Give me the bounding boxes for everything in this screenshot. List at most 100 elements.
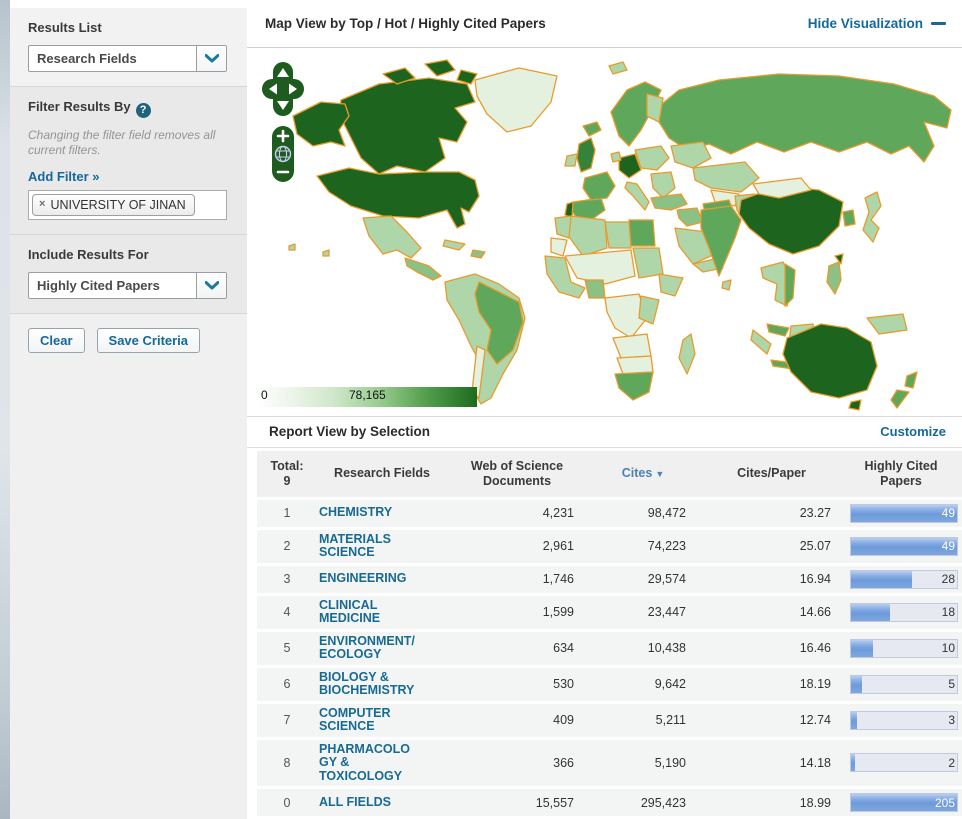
row-rank: 5 xyxy=(257,638,317,658)
research-field-link[interactable]: ALL FIELDS xyxy=(317,793,421,813)
table-row: 0 ALL FIELDS 15,557 295,423 18.99 205 xyxy=(257,789,962,816)
row-cites-per-paper: 12.74 xyxy=(699,710,844,730)
row-rank: 0 xyxy=(257,793,317,813)
include-results-select[interactable]: Highly Cited Papers xyxy=(28,272,227,299)
hcp-bar-track: 3 xyxy=(850,711,958,730)
row-cites-per-paper: 16.46 xyxy=(699,638,844,658)
research-field-link[interactable]: COMPUTER SCIENCE xyxy=(317,704,421,737)
results-list-title: Results List xyxy=(28,20,229,35)
table-header-row: Total: 9 Research Fields Web of Science … xyxy=(257,451,962,497)
filter-title-text: Filter Results By xyxy=(28,99,131,114)
table-row: 6 BIOLOGY & BIOCHEMISTRY 530 9,642 18.19… xyxy=(257,668,962,701)
row-hcp-cell: 3 xyxy=(844,708,962,733)
hcp-bar-track: 49 xyxy=(850,537,958,556)
research-field-link[interactable]: BIOLOGY & BIOCHEMISTRY xyxy=(317,668,421,701)
hcp-bar-track: 10 xyxy=(850,639,958,658)
research-field-link[interactable]: CLINICAL MEDICINE xyxy=(317,596,421,629)
hcp-bar-value: 49 xyxy=(942,506,955,520)
research-field-link[interactable]: PHARMACOLOGY & TOXICOLOGY xyxy=(317,740,421,787)
map-legend: 0 78,165 xyxy=(257,387,477,407)
hcp-bar-value: 5 xyxy=(948,677,955,691)
sidebar: Results List Research Fields Filter Resu… xyxy=(10,0,247,819)
table-row: 1 CHEMISTRY 4,231 98,472 23.27 49 xyxy=(257,500,962,527)
row-cites: 295,423 xyxy=(587,793,699,813)
row-wos-documents: 409 xyxy=(447,710,587,730)
map-controls xyxy=(260,60,306,191)
world-choropleth-map[interactable] xyxy=(279,50,961,412)
hcp-bar-track: 2 xyxy=(850,753,958,772)
clear-button[interactable]: Clear xyxy=(28,328,85,353)
row-wos-documents: 1,746 xyxy=(447,569,587,589)
col-cites[interactable]: Cites▼ xyxy=(587,462,699,486)
save-criteria-button[interactable]: Save Criteria xyxy=(97,328,201,353)
table-row: 7 COMPUTER SCIENCE 409 5,211 12.74 3 xyxy=(257,704,962,737)
col-cites-label: Cites xyxy=(622,466,653,480)
row-wos-documents: 366 xyxy=(447,753,587,773)
sidebar-actions: Clear Save Criteria xyxy=(10,314,247,367)
row-cites: 5,190 xyxy=(587,753,699,773)
report-table: Total: 9 Research Fields Web of Science … xyxy=(247,448,962,819)
row-wos-documents: 530 xyxy=(447,674,587,694)
sort-desc-icon: ▼ xyxy=(655,469,664,479)
hcp-bar-value: 10 xyxy=(942,641,955,655)
research-field-link[interactable]: ENVIRONMENT/ECOLOGY xyxy=(317,632,421,665)
row-cites: 23,447 xyxy=(587,602,699,622)
pan-control xyxy=(262,62,304,116)
table-row: 4 CLINICAL MEDICINE 1,599 23,447 14.66 1… xyxy=(257,596,962,629)
chevron-down-icon[interactable] xyxy=(196,273,226,298)
hcp-bar-value: 18 xyxy=(942,605,955,619)
research-field-link[interactable]: CHEMISTRY xyxy=(317,503,421,523)
row-cites: 98,472 xyxy=(587,503,699,523)
row-cites: 29,574 xyxy=(587,569,699,589)
row-hcp-cell: 49 xyxy=(844,501,962,526)
col-research-fields[interactable]: Research Fields xyxy=(317,462,447,485)
hcp-bar-fill xyxy=(851,640,873,657)
col-wos-documents[interactable]: Web of Science Documents xyxy=(447,455,587,493)
include-results-title: Include Results For xyxy=(28,247,229,262)
hcp-bar-value: 3 xyxy=(948,713,955,727)
row-cites: 74,223 xyxy=(587,536,699,556)
row-cites-per-paper: 16.94 xyxy=(699,569,844,589)
col-highly-cited-papers[interactable]: Highly Cited Papers xyxy=(844,455,962,493)
row-hcp-cell: 2 xyxy=(844,750,962,775)
collapse-minus-icon xyxy=(931,22,946,25)
hcp-bar-fill xyxy=(851,712,857,729)
hcp-bar-track: 28 xyxy=(850,570,958,589)
results-list-select[interactable]: Research Fields xyxy=(28,45,227,72)
add-filter-link[interactable]: Add Filter » xyxy=(28,169,100,184)
col-cites-per-paper[interactable]: Cites/Paper xyxy=(699,462,844,485)
table-body: 1 CHEMISTRY 4,231 98,472 23.27 49 2 MATE… xyxy=(257,500,962,817)
legend-min-value: 0 xyxy=(261,388,268,402)
filter-tag[interactable]: × UNIVERSITY OF JINAN xyxy=(32,194,195,216)
page: Results List Research Fields Filter Resu… xyxy=(0,0,962,819)
remove-filter-icon[interactable]: × xyxy=(39,199,45,210)
row-rank: 3 xyxy=(257,569,317,589)
help-icon[interactable]: ? xyxy=(136,103,151,118)
row-cites-per-paper: 14.18 xyxy=(699,753,844,773)
row-rank: 1 xyxy=(257,503,317,523)
row-rank: 7 xyxy=(257,710,317,730)
customize-link[interactable]: Customize xyxy=(880,424,946,439)
hide-visualization-link[interactable]: Hide Visualization xyxy=(808,16,946,31)
hcp-bar-fill xyxy=(851,754,855,771)
row-wos-documents: 1,599 xyxy=(447,602,587,622)
row-wos-documents: 4,231 xyxy=(447,503,587,523)
results-list-section: Results List Research Fields xyxy=(10,8,247,87)
row-wos-documents: 15,557 xyxy=(447,793,587,813)
row-rank: 2 xyxy=(257,536,317,556)
row-rank: 4 xyxy=(257,602,317,622)
hcp-bar-fill xyxy=(851,676,862,693)
total-value: 9 xyxy=(259,474,315,489)
hcp-bar-fill xyxy=(851,571,912,588)
research-field-link[interactable]: MATERIALS SCIENCE xyxy=(317,530,421,563)
page-left-gutter xyxy=(0,0,10,819)
hcp-bar-track: 205 xyxy=(850,793,958,812)
row-cites-per-paper: 23.27 xyxy=(699,503,844,523)
row-hcp-cell: 10 xyxy=(844,636,962,661)
filter-title: Filter Results By? xyxy=(28,99,229,118)
total-label: Total: xyxy=(259,459,315,474)
row-hcp-cell: 205 xyxy=(844,790,962,815)
main-content: Map View by Top / Hot / Highly Cited Pap… xyxy=(247,0,962,819)
research-field-link[interactable]: ENGINEERING xyxy=(317,569,421,589)
chevron-down-icon[interactable] xyxy=(196,46,226,71)
